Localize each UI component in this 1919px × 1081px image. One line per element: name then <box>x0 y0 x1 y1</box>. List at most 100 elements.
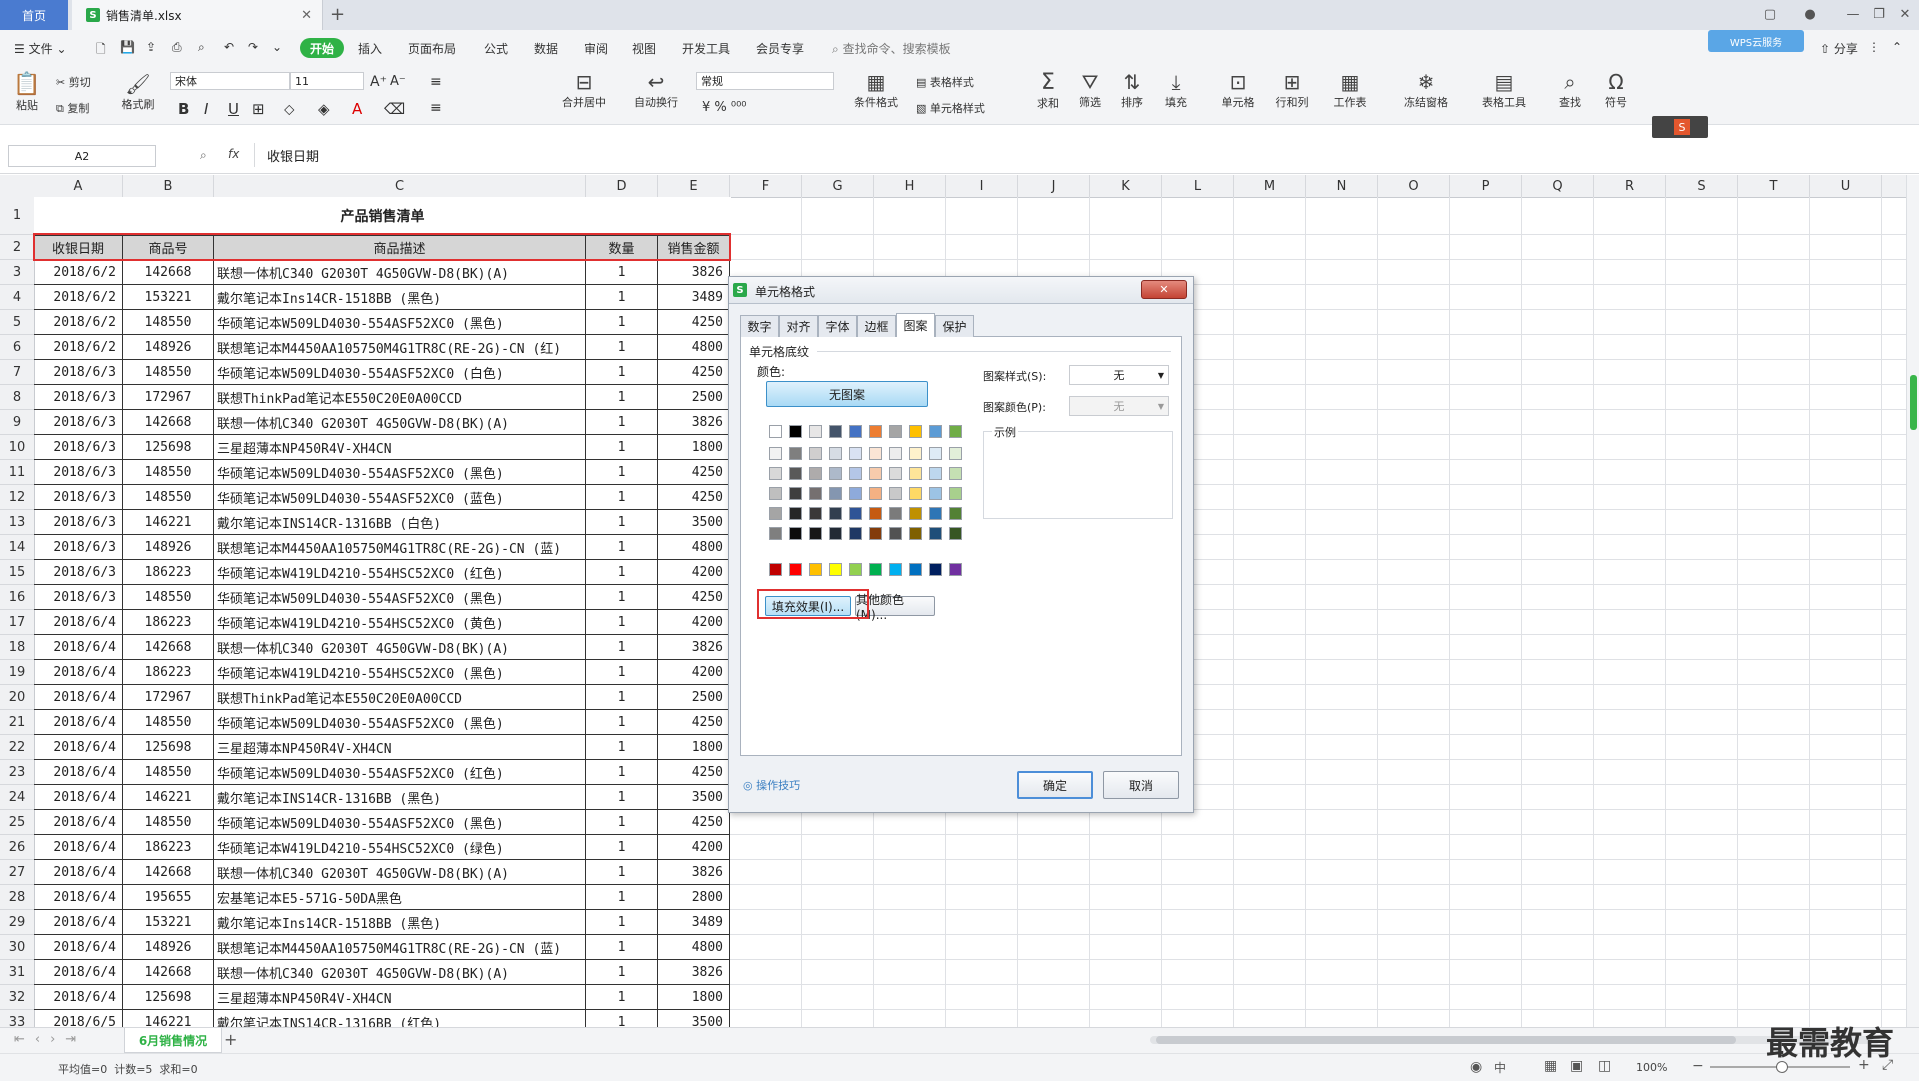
color-swatch[interactable] <box>949 425 962 438</box>
color-swatch[interactable] <box>829 447 842 460</box>
table-cell[interactable]: 2018/6/4 <box>34 735 123 760</box>
table-cell[interactable]: 联想ThinkPad笔记本E550C20E0A00CCD <box>214 685 586 710</box>
table-cell[interactable]: 1800 <box>658 435 730 460</box>
row-header[interactable]: 7 <box>0 360 34 385</box>
fill-button[interactable]: ⤓ 填充 <box>1158 70 1194 110</box>
color-swatch[interactable] <box>829 487 842 500</box>
sort-button[interactable]: ⇅ 排序 <box>1114 70 1150 110</box>
table-cell[interactable]: 2018/6/4 <box>34 985 123 1010</box>
underline-icon[interactable]: U <box>228 100 239 118</box>
format-painter-button[interactable]: 🖌 格式刷 <box>120 72 156 112</box>
fill-color-icon[interactable]: ◈ <box>318 100 330 118</box>
worksheet-button[interactable]: ▦ 工作表 <box>1326 70 1374 110</box>
table-cell[interactable]: 2018/6/2 <box>34 285 123 310</box>
eye-protect-icon[interactable]: ◉ <box>1470 1059 1482 1075</box>
table-cell[interactable]: 172967 <box>123 385 214 410</box>
table-cell[interactable]: 2018/6/4 <box>34 885 123 910</box>
column-header[interactable]: P <box>1450 175 1522 197</box>
color-swatch[interactable] <box>809 563 822 576</box>
color-swatch[interactable] <box>849 507 862 520</box>
color-swatch[interactable] <box>909 487 922 500</box>
minimize-icon[interactable]: — <box>1840 4 1866 24</box>
row-header[interactable]: 10 <box>0 435 34 460</box>
tab-member[interactable]: 会员专享 <box>756 40 804 57</box>
row-header[interactable]: 24 <box>0 785 34 810</box>
cell-style-button[interactable]: ▧ 单元格样式 <box>916 100 985 116</box>
table-cell[interactable]: 148550 <box>123 360 214 385</box>
table-cell[interactable]: 2018/6/4 <box>34 660 123 685</box>
color-swatch[interactable] <box>829 467 842 480</box>
color-swatch[interactable] <box>769 507 782 520</box>
color-swatch[interactable] <box>869 507 882 520</box>
align-top-icon[interactable]: ≡ <box>430 74 442 90</box>
color-swatch[interactable] <box>789 467 802 480</box>
preview-icon[interactable]: ⌕ <box>198 40 205 55</box>
table-cell[interactable]: 153221 <box>123 285 214 310</box>
cond-format-button[interactable]: ▦ 条件格式 <box>846 70 906 110</box>
color-swatch[interactable] <box>849 563 862 576</box>
layout-icon[interactable]: ▢ <box>1757 4 1783 24</box>
table-cell[interactable]: 1800 <box>658 735 730 760</box>
table-cell[interactable]: 联想一体机C340 G2030T 4G50GVW-D8(BK)(A) <box>214 860 586 885</box>
color-swatch[interactable] <box>849 447 862 460</box>
table-cell[interactable]: 三星超薄本NP450R4V-XH4CN <box>214 735 586 760</box>
column-header[interactable]: F <box>730 175 802 197</box>
table-cell[interactable]: 4250 <box>658 760 730 785</box>
restore-icon[interactable]: ❐ <box>1866 4 1892 24</box>
tab-view[interactable]: 视图 <box>632 40 656 57</box>
table-cell[interactable]: 1 <box>586 735 658 760</box>
table-cell[interactable]: 华硕笔记本W509LD4030-554ASF52XC0 (黑色) <box>214 585 586 610</box>
table-cell[interactable]: 3489 <box>658 285 730 310</box>
color-swatch[interactable] <box>849 487 862 500</box>
collapse-ribbon-icon[interactable]: ⌃ <box>1892 40 1902 54</box>
color-swatch[interactable] <box>769 487 782 500</box>
color-swatch[interactable] <box>929 507 942 520</box>
color-swatch[interactable] <box>789 527 802 540</box>
tab-review[interactable]: 审阅 <box>584 40 608 57</box>
table-cell[interactable]: 2500 <box>658 685 730 710</box>
row-header[interactable]: 16 <box>0 585 34 610</box>
table-cell[interactable]: 186223 <box>123 610 214 635</box>
table-cell[interactable]: 4200 <box>658 835 730 860</box>
color-swatch[interactable] <box>829 527 842 540</box>
row-header[interactable]: 2 <box>0 235 34 260</box>
close-tab-icon[interactable]: ✕ <box>301 8 312 23</box>
share-button[interactable]: ⇧ 分享 <box>1820 40 1858 57</box>
eraser-icon[interactable]: ⌫ <box>384 100 405 118</box>
table-cell[interactable]: 125698 <box>123 735 214 760</box>
column-header[interactable]: T <box>1738 175 1810 197</box>
table-cell[interactable]: 戴尔笔记本INS14CR-1316BB (黑色) <box>214 785 586 810</box>
column-header[interactable]: E <box>658 175 730 197</box>
table-cell[interactable]: 1 <box>586 685 658 710</box>
table-cell[interactable]: 146221 <box>123 510 214 535</box>
table-cell[interactable]: 1 <box>586 610 658 635</box>
font-name-select[interactable]: 宋体 <box>170 72 290 90</box>
table-cell[interactable]: 2018/6/3 <box>34 585 123 610</box>
zoom-level[interactable]: 100% <box>1636 1061 1667 1074</box>
color-swatch[interactable] <box>889 507 902 520</box>
color-swatch[interactable] <box>889 563 902 576</box>
color-swatch[interactable] <box>789 507 802 520</box>
table-cell[interactable]: 148550 <box>123 310 214 335</box>
row-header[interactable]: 17 <box>0 610 34 635</box>
cloud-badge[interactable]: WPS云服务 <box>1708 30 1804 52</box>
row-header[interactable]: 11 <box>0 460 34 485</box>
table-cell[interactable]: 148550 <box>123 585 214 610</box>
table-cell[interactable]: 2018/6/5 <box>34 1010 123 1027</box>
sheet-tab-active[interactable]: 6月销售情况 <box>124 1028 222 1053</box>
row-header[interactable]: 20 <box>0 685 34 710</box>
table-cell[interactable]: 148926 <box>123 535 214 560</box>
no-pattern-button[interactable]: 无图案 <box>766 381 928 407</box>
table-cell[interactable]: 153221 <box>123 910 214 935</box>
table-cell[interactable]: 4250 <box>658 485 730 510</box>
align-left-icon[interactable]: ≡ <box>430 100 442 116</box>
table-cell[interactable]: 2018/6/3 <box>34 460 123 485</box>
more-options-icon[interactable]: ⋮ <box>1868 40 1880 54</box>
column-header[interactable]: Q <box>1522 175 1594 197</box>
row-header[interactable]: 6 <box>0 335 34 360</box>
vertical-scroll-thumb[interactable] <box>1910 375 1917 430</box>
number-format-select[interactable]: 常规 <box>696 72 834 90</box>
sum-button[interactable]: Σ 求和 <box>1030 70 1066 111</box>
row-header[interactable]: 26 <box>0 835 34 860</box>
ok-button[interactable]: 确定 <box>1017 771 1093 799</box>
